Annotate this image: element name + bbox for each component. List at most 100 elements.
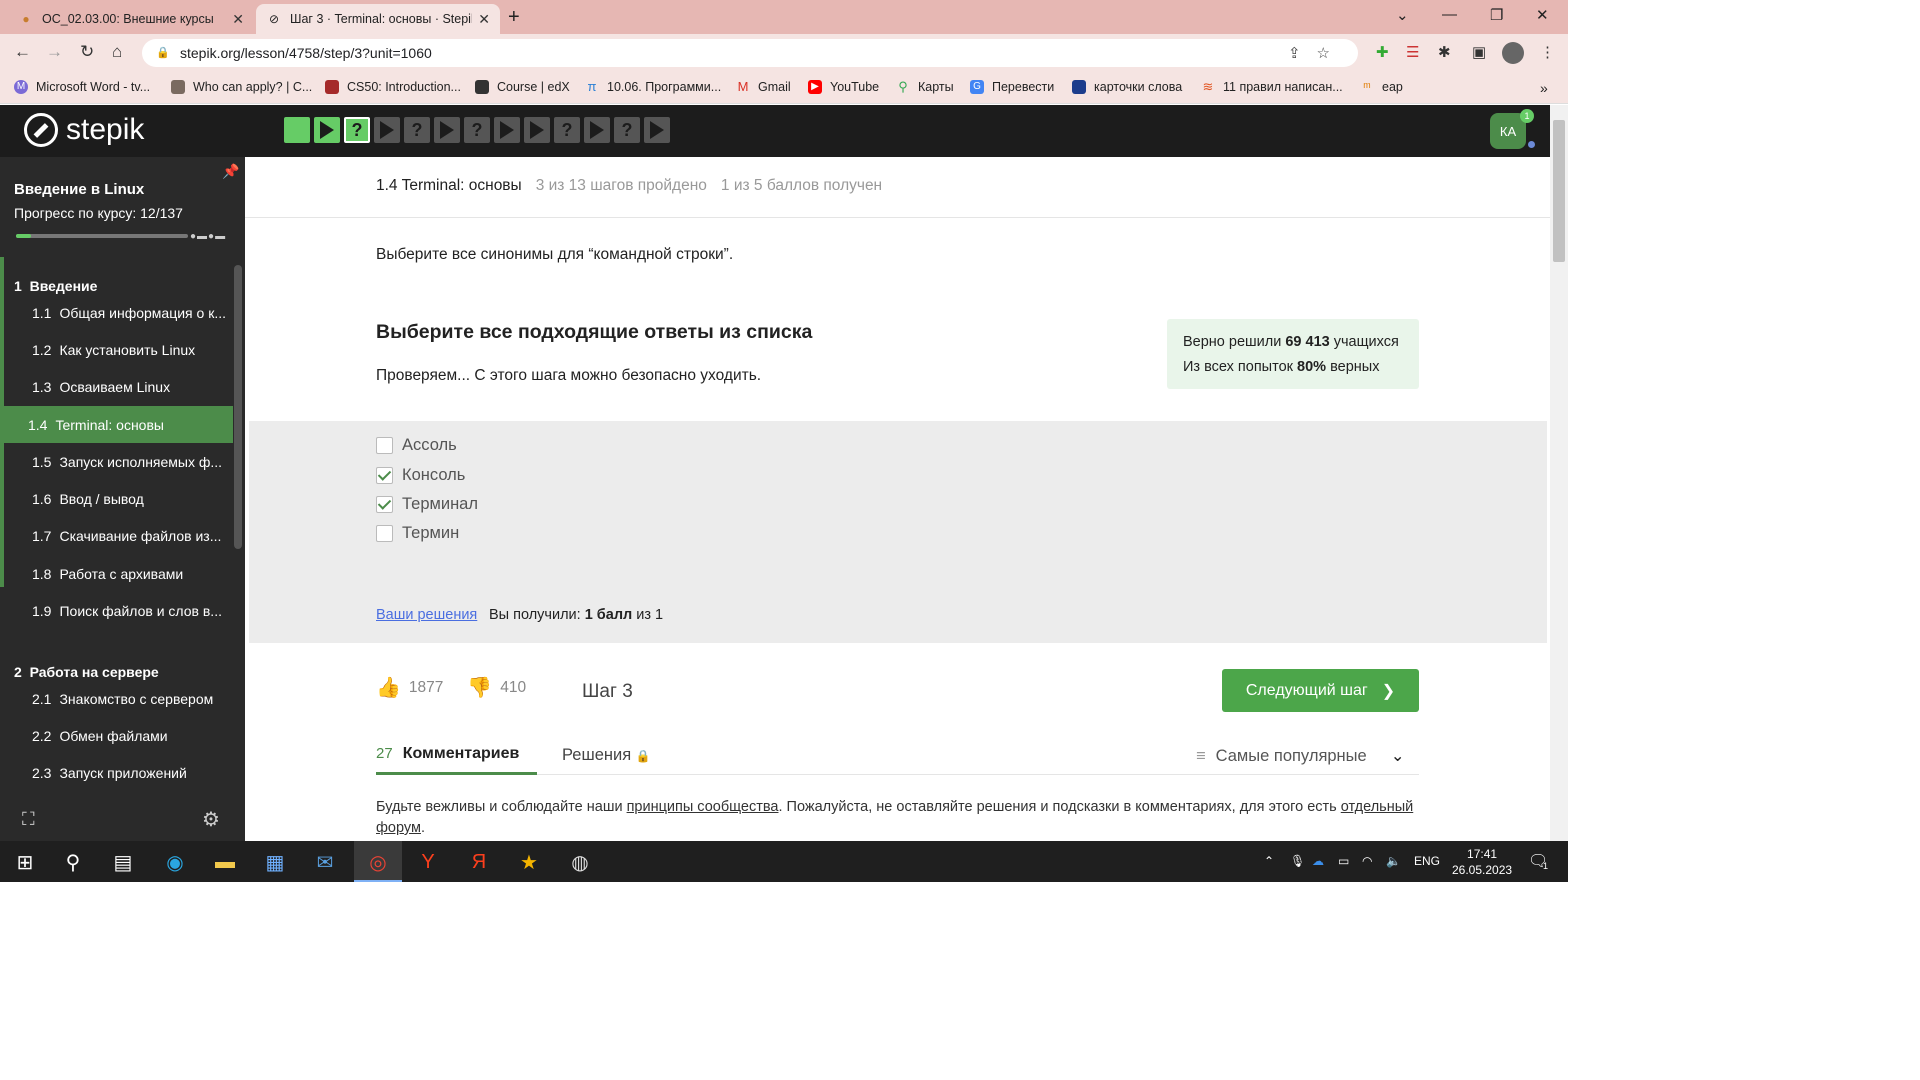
bookmark[interactable]: ≋ 11 правил написан... [1201, 80, 1343, 95]
battery-icon[interactable]: ▭ [1338, 854, 1349, 868]
bookmark[interactable]: π 10.06. Программи... [585, 80, 722, 95]
browser-tab-courses[interactable]: ● ОС_02.03.00: Внешние курсы ✕ [8, 4, 254, 34]
answer-option[interactable]: Ассоль [376, 436, 457, 455]
windows-start-icon[interactable]: ⊞ [12, 849, 38, 875]
wifi-icon[interactable]: ◠ [1362, 854, 1372, 868]
chrome-icon[interactable]: ◎ [365, 849, 391, 875]
step-quiz-icon[interactable]: ? [464, 117, 490, 143]
answer-option[interactable]: Терминал [376, 495, 478, 514]
store-icon[interactable]: ▦ [262, 849, 288, 875]
sidebar-lesson-1-5[interactable]: 1.5 Запуск исполняемых ф... [14, 443, 233, 480]
step-done-icon[interactable] [284, 117, 310, 143]
forward-icon[interactable]: → [46, 42, 63, 62]
sidebar-lesson-2-1[interactable]: 2.1 Знакомство с сервером [14, 680, 233, 717]
bookmark[interactable]: ▶ YouTube [808, 80, 879, 94]
search-icon[interactable]: ⚲ [60, 849, 86, 875]
answer-checkbox[interactable] [376, 467, 393, 484]
sidebar-lesson-1-1[interactable]: 1.1 Общая информация о к... [14, 294, 233, 331]
step-video-icon[interactable] [314, 117, 340, 143]
sidebar-lesson-1-2[interactable]: 1.2 Как установить Linux [14, 331, 233, 368]
step-quiz-icon[interactable]: ? [344, 117, 370, 143]
thumbs-down-icon[interactable]: 👎 [467, 675, 492, 700]
menu-icon[interactable]: ⋮ [1540, 43, 1555, 61]
answer-checkbox[interactable] [376, 496, 393, 513]
fullscreen-icon[interactable]: ⛶ [22, 809, 35, 830]
sidebar-lesson-2-3[interactable]: 2.3 Запуск приложений [14, 754, 233, 791]
close-tab-icon[interactable]: ✕ [478, 11, 490, 28]
language-indicator[interactable]: ENG [1414, 854, 1440, 868]
browser-tab-stepik[interactable]: ⊘ Шаг 3 · Terminal: основы · Stepik ✕ [256, 4, 500, 34]
system-clock[interactable]: 17:41 26.05.2023 [1452, 846, 1512, 878]
step-video-icon[interactable] [434, 117, 460, 143]
tab-comments[interactable]: 27 Комментариев [376, 745, 537, 775]
tab-solutions[interactable]: Решения 🔒 [562, 746, 651, 765]
step-video-icon[interactable] [644, 117, 670, 143]
sidebar-lesson-1-8[interactable]: 1.8 Работа с архивами [14, 555, 233, 592]
profile-avatar[interactable] [1502, 42, 1524, 64]
bookmark[interactable]: ⚲ Карты [896, 80, 953, 95]
sidebar-scrollbar[interactable] [234, 265, 242, 549]
settings-gear-icon[interactable]: ⚙ [202, 807, 220, 832]
microphone-icon[interactable]: 🎙 [1290, 854, 1305, 868]
extensions-puzzle-icon[interactable]: ✱ [1438, 43, 1451, 61]
minimize-icon[interactable]: — [1442, 6, 1457, 23]
share-star-icons[interactable]: ⇪☆ [1288, 44, 1346, 62]
bookmark[interactable]: ᵐ eap [1360, 80, 1403, 95]
step-quiz-icon[interactable]: ? [614, 117, 640, 143]
sidebar-lesson-1-4[interactable]: 1.4 Terminal: основы [4, 406, 233, 443]
bookmark[interactable]: M Microsoft Word - tv... [14, 80, 150, 94]
mail-icon[interactable]: ✉ [312, 849, 338, 875]
star-app-icon[interactable]: ★ [516, 849, 542, 875]
file-explorer-icon[interactable]: ▬ [212, 849, 238, 875]
onedrive-icon[interactable]: ☁ [1312, 854, 1324, 868]
tray-expand-icon[interactable]: ⌃ [1264, 854, 1274, 868]
community-principles-link[interactable]: принципы сообщества [627, 799, 779, 815]
yandex-icon[interactable]: Я [466, 849, 492, 875]
extension-icon[interactable]: ✚ [1376, 43, 1389, 61]
close-tab-icon[interactable]: ✕ [232, 11, 244, 28]
side-panel-icon[interactable]: ▣ [1472, 43, 1486, 61]
back-icon[interactable]: ← [14, 42, 31, 62]
tab-search-icon[interactable]: ⌄ [1396, 6, 1409, 24]
stepik-logo[interactable]: stepik [24, 113, 144, 147]
reload-icon[interactable]: ↻ [80, 42, 94, 62]
bookmark[interactable]: M Gmail [736, 80, 791, 95]
answer-option[interactable]: Консоль [376, 466, 465, 485]
sidebar-lesson-1-6[interactable]: 1.6 Ввод / вывод [14, 480, 233, 517]
bookmark[interactable]: карточки слова [1072, 80, 1182, 94]
pin-icon[interactable]: 📌 [222, 163, 239, 180]
sidebar-lesson-1-7[interactable]: 1.7 Скачивание файлов из... [14, 517, 233, 554]
bookmark[interactable]: Course | edX [475, 80, 570, 94]
bookmark[interactable]: CS50: Introduction... [325, 80, 461, 94]
course-title[interactable]: Введение в Linux [14, 181, 144, 198]
step-video-icon[interactable] [524, 117, 550, 143]
app-icon[interactable]: ◍ [567, 849, 593, 875]
next-step-button[interactable]: Следующий шаг ❯ [1222, 669, 1419, 712]
sidebar-lesson-1-9[interactable]: 1.9 Поиск файлов и слов в... [14, 592, 233, 629]
sort-dropdown[interactable]: ≡ Самые популярные ⌄ [1196, 746, 1405, 766]
bookmark[interactable]: Who can apply? | C... [171, 80, 312, 94]
bookmark[interactable]: G Перевести [970, 80, 1054, 94]
task-view-icon[interactable]: ▤ [110, 849, 136, 875]
thumbs-up-icon[interactable]: 👍 [376, 675, 401, 700]
scrollbar-thumb[interactable] [1553, 120, 1565, 262]
your-solutions-link[interactable]: Ваши решения [376, 607, 477, 623]
step-video-icon[interactable] [374, 117, 400, 143]
section-1[interactable]: 1 Введение [14, 278, 97, 294]
home-icon[interactable]: ⌂ [112, 42, 122, 62]
new-tab-icon[interactable]: + [508, 6, 520, 29]
close-window-icon[interactable]: ✕ [1536, 6, 1549, 24]
yandex-browser-icon[interactable]: Y [415, 849, 441, 875]
sidebar-lesson-1-3[interactable]: 1.3 Осваиваем Linux [14, 368, 233, 405]
extension-icon[interactable]: ☰ [1406, 43, 1419, 61]
volume-icon[interactable]: 🔈 [1386, 854, 1401, 868]
edge-icon[interactable]: ◉ [162, 849, 188, 875]
answer-checkbox[interactable] [376, 437, 393, 454]
answer-option[interactable]: Термин [376, 524, 459, 543]
step-quiz-icon[interactable]: ? [404, 117, 430, 143]
url-field[interactable]: 🔒 stepik.org/lesson/4758/step/3?unit=106… [142, 39, 1358, 67]
more-bookmarks-icon[interactable]: » [1540, 80, 1548, 96]
step-video-icon[interactable] [584, 117, 610, 143]
step-video-icon[interactable] [494, 117, 520, 143]
answer-checkbox[interactable] [376, 525, 393, 542]
